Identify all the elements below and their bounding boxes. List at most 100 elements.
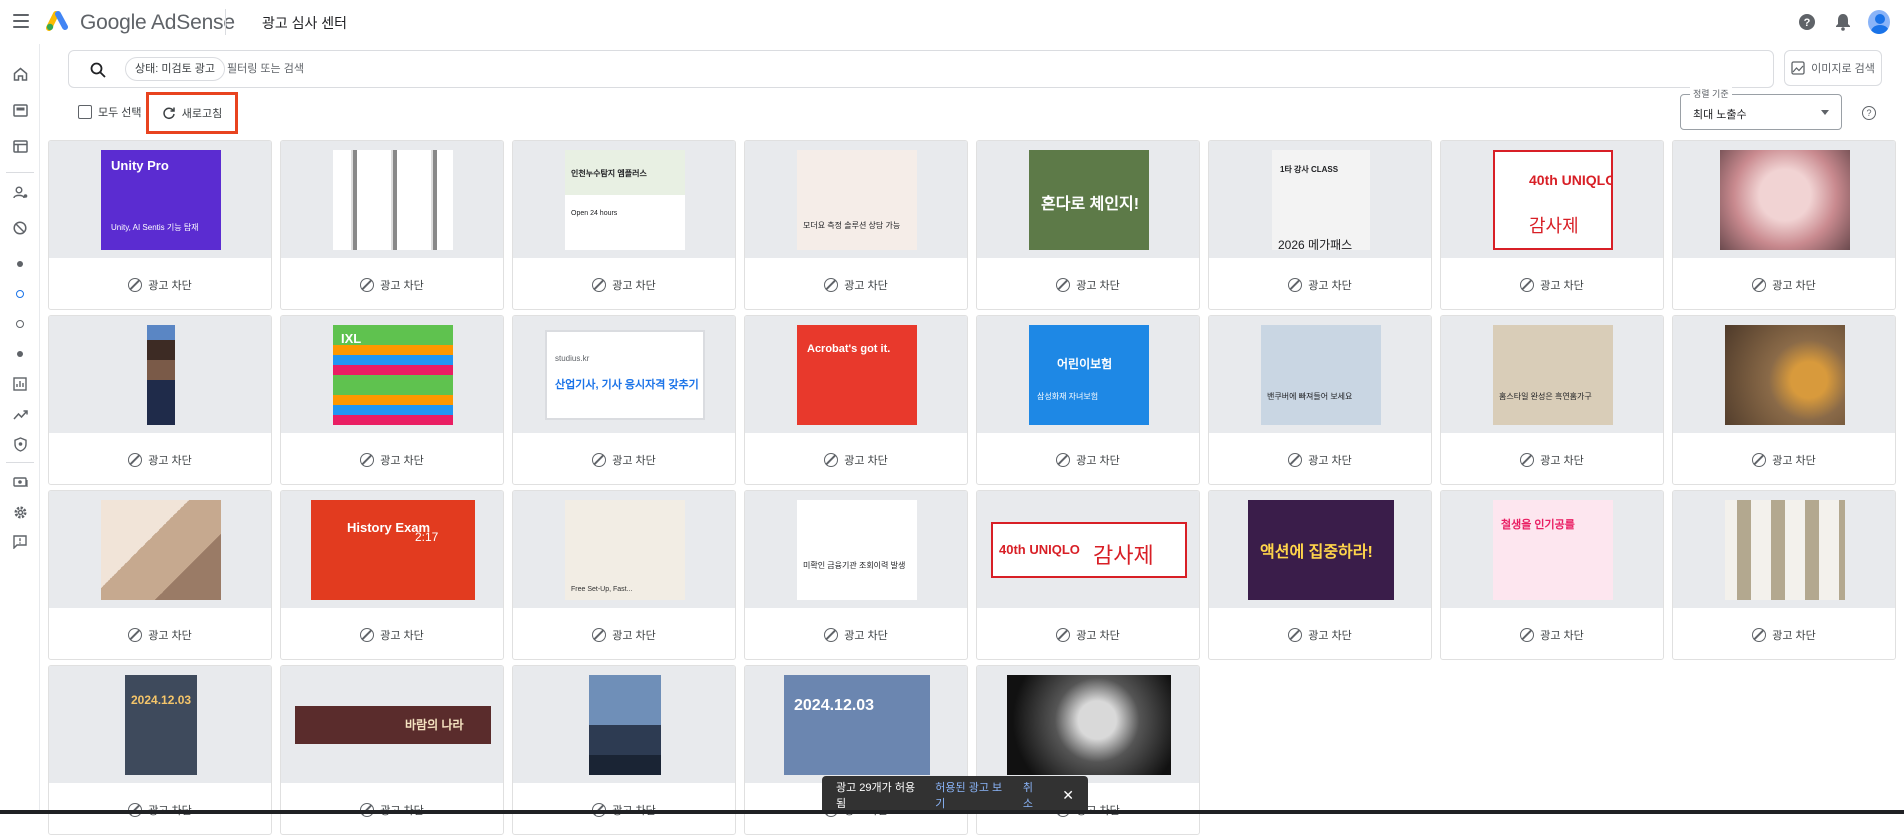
ad-creative-image[interactable]: Acrobat's got it.	[797, 324, 917, 425]
search-icon[interactable]	[89, 61, 107, 79]
block-ad-button[interactable]: 광고 차단	[1441, 258, 1663, 309]
dot-icon[interactable]	[10, 254, 30, 274]
ad-creative-image[interactable]: 산업기사, 기사 응시자격 갖추기 studius.kr	[545, 329, 705, 420]
ad-creative-image[interactable]: 40th UNIQLO 감사제	[991, 521, 1187, 578]
block-ad-button[interactable]: 광고 차단	[977, 258, 1199, 309]
ad-card[interactable]: 모더요 측정 솔루션 상담 가능 광고 차단	[744, 140, 968, 310]
ad-card[interactable]: 산업기사, 기사 응시자격 갖추기 studius.kr 광고 차단	[512, 315, 736, 485]
block-ad-button[interactable]: 광고 차단	[745, 433, 967, 484]
reports-icon[interactable]	[10, 374, 30, 394]
menu-icon[interactable]	[13, 14, 29, 28]
home-icon[interactable]	[10, 64, 30, 84]
ad-creative-image[interactable]: Free Set-Up, Fast...	[565, 499, 685, 600]
image-search-button[interactable]: 이미지로 검색	[1784, 50, 1882, 86]
ad-creative-image[interactable]: 철생을 인기공를	[1493, 499, 1613, 600]
ad-card[interactable]: 어린이보험 삼성화재 자녀보험 광고 차단	[976, 315, 1200, 485]
block-ad-button[interactable]: 광고 차단	[1673, 433, 1895, 484]
ad-creative-image[interactable]	[333, 149, 453, 250]
ad-creative-image[interactable]	[101, 499, 221, 600]
ad-creative-image[interactable]: History Exam 2:17	[311, 499, 475, 600]
block-ad-button[interactable]: 광고 차단	[1209, 258, 1431, 309]
block-ad-button[interactable]: 광고 차단	[513, 783, 735, 834]
block-ad-button[interactable]: 광고 차단	[745, 608, 967, 659]
block-ad-button[interactable]: 광고 차단	[281, 608, 503, 659]
ad-card[interactable]: 40th UNIQLO 감사제 광고 차단	[1440, 140, 1664, 310]
ad-creative-image[interactable]: 1타 강사 CLASS 2026 메가패스	[1272, 149, 1370, 250]
search-input[interactable]	[227, 57, 827, 81]
select-all-checkbox[interactable]: 모두 선택	[78, 104, 142, 120]
ad-card[interactable]: 광고 차단	[1672, 140, 1896, 310]
sort-help-icon[interactable]: ?	[1862, 106, 1876, 120]
ad-card[interactable]: 미확인 금융기관 조회이력 발생광고 차단	[744, 490, 968, 660]
block-ad-button[interactable]: 광고 차단	[281, 783, 503, 834]
account-avatar[interactable]	[1868, 10, 1890, 34]
ad-creative-image[interactable]: 밴쿠버에 빠져들어 보세요	[1261, 324, 1381, 425]
ad-creative-image[interactable]: 인천누수탐지 엠플러스 Open 24 hours	[565, 149, 685, 250]
ad-creative-image[interactable]: Unity Pro Unity, AI Sentis 기능 탑재	[101, 149, 221, 250]
ad-creative-image[interactable]	[1725, 324, 1845, 425]
ad-creative-image[interactable]	[1007, 674, 1171, 775]
block-ad-button[interactable]: 광고 차단	[49, 783, 271, 834]
block-ad-button[interactable]: 광고 차단	[1209, 433, 1431, 484]
ad-creative-image[interactable]: 바람의 나라	[295, 705, 491, 744]
block-ad-button[interactable]: 광고 차단	[281, 258, 503, 309]
filter-search-bar[interactable]: 상태: 미검토 광고	[68, 50, 1774, 88]
ring-icon-active[interactable]	[10, 284, 30, 304]
trends-icon[interactable]	[10, 404, 30, 424]
account-icon[interactable]	[10, 182, 30, 202]
ad-creative-image[interactable]	[589, 674, 661, 775]
block-ad-button[interactable]: 광고 차단	[49, 608, 271, 659]
dot-icon[interactable]	[10, 344, 30, 364]
block-ad-button[interactable]: 광고 차단	[1673, 258, 1895, 309]
ad-card[interactable]: Free Set-Up, Fast... 광고 차단	[512, 490, 736, 660]
checkbox[interactable]	[78, 105, 92, 119]
feedback-icon[interactable]	[10, 532, 30, 552]
policy-icon[interactable]	[10, 434, 30, 454]
refresh-button[interactable]: 새로고침	[146, 92, 238, 134]
ad-creative-image[interactable]	[1720, 149, 1850, 250]
blocking-icon[interactable]	[10, 218, 30, 238]
ad-creative-image[interactable]: IXL	[333, 324, 453, 425]
block-ad-button[interactable]: 광고 차단	[1441, 608, 1663, 659]
ad-creative-image[interactable]: 홈스타일 완성은 흑연홈가구	[1493, 324, 1613, 425]
ads-icon[interactable]	[10, 100, 30, 120]
ad-card[interactable]: Unity Pro Unity, AI Sentis 기능 탑재광고 차단	[48, 140, 272, 310]
payments-icon[interactable]	[10, 472, 30, 492]
ad-creative-image[interactable]: 미확인 금융기관 조회이력 발생	[797, 499, 917, 600]
ad-card[interactable]: 광고 차단	[48, 315, 272, 485]
block-ad-button[interactable]: 광고 차단	[281, 433, 503, 484]
ad-creative-image[interactable]: 혼다로 체인지!	[1029, 149, 1149, 250]
ad-card[interactable]: 밴쿠버에 빠져들어 보세요광고 차단	[1208, 315, 1432, 485]
ad-card[interactable]: 철생을 인기공를광고 차단	[1440, 490, 1664, 660]
block-ad-button[interactable]: 광고 차단	[977, 608, 1199, 659]
ad-creative-image[interactable]: 2024.12.03	[125, 674, 197, 775]
sites-icon[interactable]	[10, 136, 30, 156]
block-ad-button[interactable]: 광고 차단	[1673, 608, 1895, 659]
block-ad-button[interactable]: 광고 차단	[49, 258, 271, 309]
notifications-icon[interactable]	[1832, 11, 1854, 33]
block-ad-button[interactable]: 광고 차단	[513, 433, 735, 484]
ad-card[interactable]: 광고 차단	[280, 140, 504, 310]
view-allowed-ads-link[interactable]: 허용된 광고 보기	[935, 779, 1009, 811]
block-ad-button[interactable]: 광고 차단	[513, 258, 735, 309]
ad-creative-image[interactable]: 2024.12.03	[784, 674, 930, 775]
status-filter-chip[interactable]: 상태: 미검토 광고	[125, 57, 226, 81]
block-ad-button[interactable]: 광고 차단	[977, 433, 1199, 484]
ad-card[interactable]: 인천누수탐지 엠플러스 Open 24 hours 광고 차단	[512, 140, 736, 310]
block-ad-button[interactable]: 광고 차단	[1441, 433, 1663, 484]
ad-card[interactable]: History Exam 2:17 광고 차단	[280, 490, 504, 660]
ad-card[interactable]: 액션에 집중하라! 광고 차단	[1208, 490, 1432, 660]
ad-card[interactable]: Acrobat's got it. 광고 차단	[744, 315, 968, 485]
close-icon[interactable]: ✕	[1062, 787, 1074, 804]
ad-card[interactable]: 혼다로 체인지! 광고 차단	[976, 140, 1200, 310]
ad-card[interactable]: 광고 차단	[48, 490, 272, 660]
block-ad-button[interactable]: 광고 차단	[745, 258, 967, 309]
ad-creative-image[interactable]	[147, 324, 175, 425]
ad-card[interactable]: 광고 차단	[1672, 315, 1896, 485]
ad-card[interactable]: 1타 강사 CLASS 2026 메가패스광고 차단	[1208, 140, 1432, 310]
block-ad-button[interactable]: 광고 차단	[513, 608, 735, 659]
ad-creative-image[interactable]: 액션에 집중하라!	[1248, 499, 1394, 600]
ad-card[interactable]: IXL 광고 차단	[280, 315, 504, 485]
help-icon[interactable]: ?	[1796, 11, 1818, 33]
undo-link[interactable]: 취소	[1023, 779, 1042, 811]
